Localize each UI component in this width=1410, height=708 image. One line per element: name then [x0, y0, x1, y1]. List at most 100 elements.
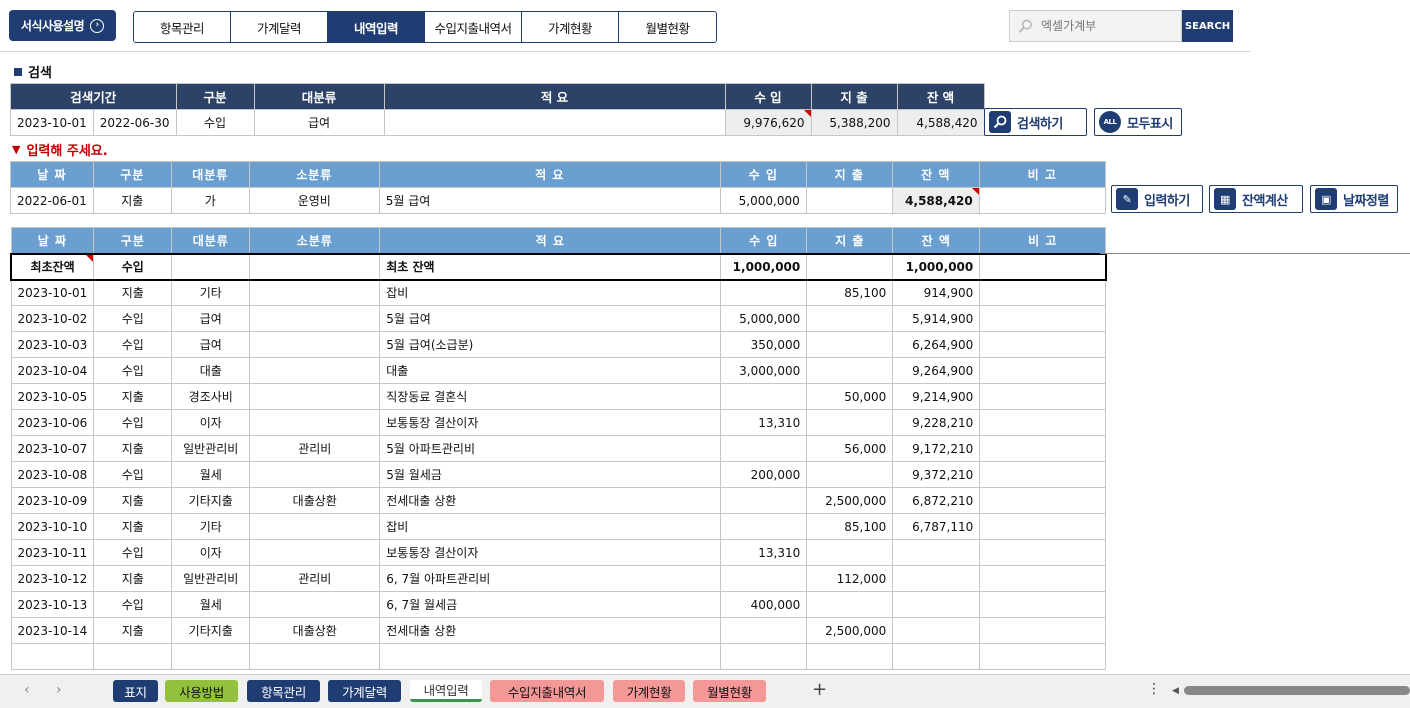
- table-cell: 대출상환: [249, 487, 381, 514]
- table-cell: 85,100: [806, 279, 894, 306]
- nav-tab-entry[interactable]: 내역입력: [328, 12, 425, 42]
- table-row[interactable]: 2023-10-05 지출 경조사비 직장동료 결혼식 50,000 9,214,900: [10, 383, 1107, 410]
- table-cell: [249, 357, 381, 384]
- table-cell: [249, 331, 381, 358]
- search-action-label: 검색하기: [1017, 116, 1063, 132]
- entry-type[interactable]: 지출: [92, 187, 172, 214]
- table-row[interactable]: 2023-10-09 지출 기타지출 대출상환 전세대출 상환 2,500,000 6,87…: [10, 487, 1107, 514]
- nav-tab-monthly[interactable]: 월별현황: [619, 12, 716, 42]
- sheet-tab[interactable]: 수입지출내역서: [490, 680, 604, 702]
- sheet-tab[interactable]: 사용방법: [165, 680, 238, 702]
- entry-date[interactable]: 2022-06-01: [10, 187, 94, 214]
- chevron-left-icon[interactable]: ‹: [24, 682, 30, 698]
- search-input[interactable]: [1041, 19, 1181, 33]
- nav-tab-status[interactable]: 가계현황: [522, 12, 619, 42]
- nav-tab-statement[interactable]: 수입지출내역서: [425, 12, 522, 42]
- entry-category[interactable]: 가: [170, 187, 250, 214]
- search-button[interactable]: SEARCH: [1182, 10, 1233, 42]
- entry-memo[interactable]: 5월 급여: [378, 187, 721, 214]
- table-cell: 대출상환: [249, 617, 381, 644]
- search-icon: [1018, 19, 1032, 33]
- table-cell: 2023-10-14: [10, 617, 95, 644]
- chevron-right-icon[interactable]: ›: [56, 682, 62, 698]
- table-cell: 13,310: [720, 409, 808, 436]
- sheet-tab[interactable]: 항목관리: [247, 680, 320, 702]
- table-cell: 2023-10-04: [10, 357, 95, 384]
- table-cell: 6,872,210: [892, 487, 981, 514]
- entry-expense[interactable]: [805, 187, 893, 214]
- nav-tab-calendar[interactable]: 가계달력: [231, 12, 328, 42]
- search-category[interactable]: 급여: [253, 109, 385, 136]
- sheet-tab[interactable]: 내역입력: [410, 680, 482, 702]
- table-row[interactable]: 2023-10-07 지출 일반관리비 관리비 5월 아파트관리비 56,000 9,172…: [10, 435, 1107, 462]
- col-header-expense: 지 출: [810, 83, 898, 110]
- table-row[interactable]: 2023-10-04 수입 대출 대출 3,000,000 9,264,900: [10, 357, 1107, 384]
- sheet-tab[interactable]: 표지: [113, 680, 158, 702]
- entry-income[interactable]: 5,000,000: [719, 187, 807, 214]
- table-cell: 급여: [171, 331, 251, 358]
- sheet-tab[interactable]: 가계현황: [613, 680, 685, 702]
- table-cell: [979, 409, 1107, 436]
- table-cell: [249, 591, 381, 618]
- table-cell: 6,264,900: [892, 331, 981, 358]
- table-cell: [806, 643, 894, 670]
- main-nav: 항목관리 가계달력 내역입력 수입지출내역서 가계현황 월별현황: [133, 11, 717, 43]
- table-cell: 9,214,900: [892, 383, 981, 410]
- balance-calc-button[interactable]: ▦ 잔액계산: [1209, 185, 1303, 213]
- table-cell: 전세대출 상환: [379, 617, 722, 644]
- table-cell: [979, 643, 1107, 670]
- table-cell: 전세대출 상환: [379, 487, 722, 514]
- table-cell: [979, 331, 1107, 358]
- col-header-note: 비 고: [979, 227, 1107, 254]
- col-header-subcategory: 소분류: [248, 161, 380, 188]
- search-end-date[interactable]: 2022-06-30: [92, 109, 177, 136]
- table-row[interactable]: 2023-10-06 수입 이자 보통통장 결산이자 13,310 9,228,210: [10, 409, 1107, 436]
- table-cell: [720, 513, 808, 540]
- entry-subcategory[interactable]: 운영비: [248, 187, 380, 214]
- sheet-tab[interactable]: 가계달력: [328, 680, 401, 702]
- col-header-type: 구분: [93, 227, 173, 254]
- col-header-category: 대분류: [253, 83, 385, 110]
- table-cell: 수입: [93, 305, 173, 332]
- table-cell: 6, 7월 월세금: [379, 591, 722, 618]
- table-cell: 2023-10-02: [10, 305, 95, 332]
- table-cell: [979, 252, 1107, 281]
- input-button[interactable]: ✎ 입력하기: [1111, 185, 1203, 213]
- table-row[interactable]: 2023-10-08 수입 월세 5월 월세금 200,000 9,372,210: [10, 461, 1107, 488]
- show-all-button[interactable]: ALL 모두표시: [1094, 108, 1182, 136]
- entry-note[interactable]: [978, 187, 1106, 214]
- horizontal-scrollbar[interactable]: [1184, 686, 1410, 695]
- table-cell: [979, 383, 1107, 410]
- table-row[interactable]: 2023-10-10 지출 기타 잡비 85,100 6,787,110: [10, 513, 1107, 540]
- table-cell: [806, 591, 894, 618]
- table-row[interactable]: 2023-10-03 수입 급여 5월 급여(소급분) 350,000 6,264,900: [10, 331, 1107, 358]
- table-row[interactable]: 2023-10-12 지출 일반관리비 관리비 6, 7월 아파트관리비 112,000: [10, 565, 1107, 592]
- sheet-tab[interactable]: 월별현황: [693, 680, 766, 702]
- table-row[interactable]: [10, 643, 1107, 670]
- table-cell: 2023-10-06: [10, 409, 95, 436]
- opening-balance-row[interactable]: 최초잔액 수입 최초 잔액 1,000,000 1,000,000: [10, 252, 1107, 281]
- table-row[interactable]: 2023-10-02 수입 급여 5월 급여 5,000,000 5,914,900: [10, 305, 1107, 332]
- table-cell: 기타지출: [171, 617, 251, 644]
- search-action-button[interactable]: 검색하기: [984, 108, 1087, 136]
- table-cell: 914,900: [892, 279, 981, 306]
- table-cell: 5월 아파트관리비: [379, 435, 722, 462]
- more-options-icon[interactable]: ⋮: [1147, 681, 1161, 697]
- table-row[interactable]: 2023-10-14 지출 기타지출 대출상환 전세대출 상환 2,500,000: [10, 617, 1107, 644]
- table-row[interactable]: 2023-10-01 지출 기타 잡비 85,100 914,900: [10, 279, 1107, 306]
- scroll-left-icon[interactable]: ◀: [1172, 686, 1179, 696]
- table-cell: [806, 305, 894, 332]
- nav-tab-items[interactable]: 항목관리: [134, 12, 231, 42]
- search-start-date[interactable]: 2023-10-01: [10, 109, 94, 136]
- ledger-table: 날 짜 구분 대분류 소분류 적 요 수 입 지 출 잔 액 비 고 최초잔액 …: [10, 227, 1107, 670]
- table-cell: [720, 617, 808, 644]
- table-cell: [249, 383, 381, 410]
- add-sheet-button[interactable]: +: [812, 679, 827, 700]
- help-button[interactable]: 서식사용설명 ›: [9, 10, 116, 41]
- table-row[interactable]: 2023-10-13 수입 월세 6, 7월 월세금 400,000: [10, 591, 1107, 618]
- date-sort-button[interactable]: ▣ 날짜정렬: [1310, 185, 1398, 213]
- search-type[interactable]: 수입: [175, 109, 255, 136]
- table-row[interactable]: 2023-10-11 수입 이자 보통통장 결산이자 13,310: [10, 539, 1107, 566]
- table-cell: [720, 435, 808, 462]
- search-memo[interactable]: [383, 109, 726, 136]
